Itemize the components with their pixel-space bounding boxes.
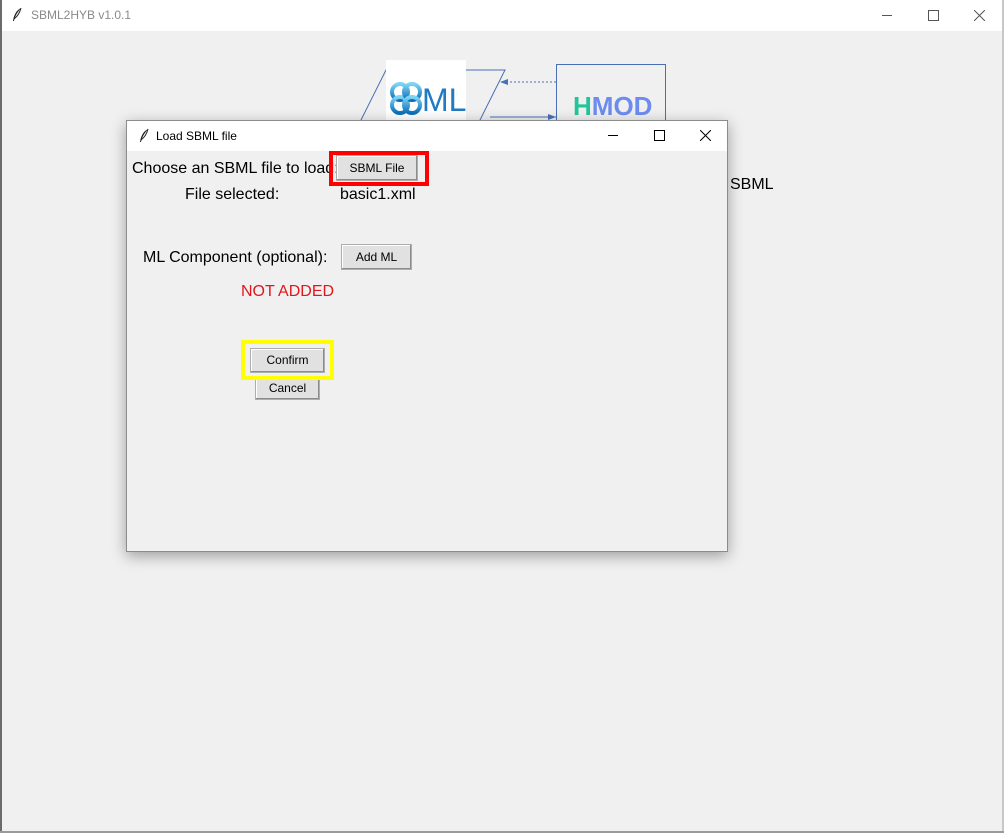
dialog-maximize-button[interactable] <box>636 121 682 151</box>
cancel-button[interactable]: Cancel <box>255 376 320 400</box>
minimize-button[interactable] <box>864 0 910 31</box>
file-selected-value: basic1.xml <box>340 186 416 203</box>
sbml-logo: ML <box>386 60 466 120</box>
close-icon <box>700 130 711 141</box>
dialog-close-button[interactable] <box>682 121 728 151</box>
feather-icon <box>13 7 22 21</box>
hmod-logo: HMOD <box>573 91 653 121</box>
add-ml-button[interactable]: Add ML <box>341 244 412 270</box>
maximize-button[interactable] <box>910 0 956 31</box>
window-title: SBML2HYB v1.0.1 <box>31 8 132 22</box>
minimize-icon <box>608 135 618 136</box>
dialog-title: Load SBML file <box>156 129 237 143</box>
minimize-icon <box>882 15 892 16</box>
sbml-logo-text: ML <box>422 82 467 118</box>
load-sbml-dialog: Load SBML file Choose an SBML file to lo… <box>126 120 728 552</box>
ml-status-text: NOT ADDED <box>241 283 335 300</box>
confirm-button[interactable]: Confirm <box>250 348 325 373</box>
maximize-icon <box>654 130 665 141</box>
window-border-left <box>0 0 2 833</box>
main-titlebar: SBML2HYB v1.0.1 <box>0 0 1004 32</box>
dialog-minimize-button[interactable] <box>590 121 636 151</box>
feather-icon <box>140 128 149 142</box>
hmod-box: HMOD <box>556 64 666 124</box>
sbml-file-button[interactable]: SBML File <box>336 155 418 181</box>
choose-file-label: Choose an SBML file to load: <box>132 160 339 177</box>
background-sbml-label: SBML <box>730 176 774 193</box>
file-selected-label: File selected: <box>185 186 280 203</box>
dialog-titlebar: Load SBML file <box>127 121 727 151</box>
close-icon <box>974 10 985 21</box>
maximize-icon <box>928 10 939 21</box>
ml-component-label: ML Component (optional): <box>143 249 328 266</box>
close-button[interactable] <box>956 0 1002 31</box>
